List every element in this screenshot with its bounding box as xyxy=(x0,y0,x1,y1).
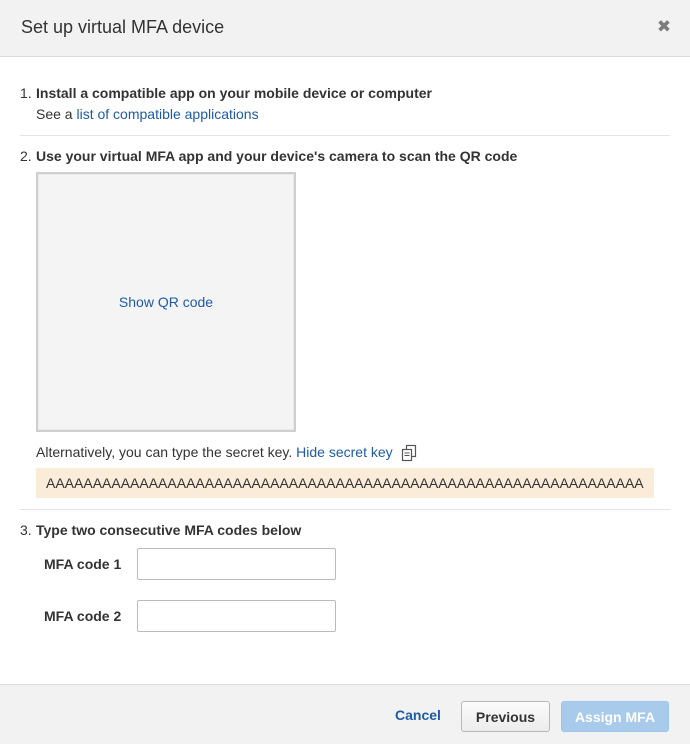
step-1-title: Install a compatible app on your mobile … xyxy=(36,85,432,101)
step-1-number: 1. xyxy=(20,85,32,101)
alt-secret-text: Alternatively, you can type the secret k… xyxy=(36,444,293,460)
qr-code-box: Show QR code xyxy=(36,172,296,432)
step-2-title: Use your virtual MFA app and your device… xyxy=(36,148,518,164)
divider xyxy=(20,135,670,136)
mfa-code-1-label: MFA code 1 xyxy=(44,556,122,572)
copy-icon[interactable] xyxy=(401,444,419,462)
divider xyxy=(20,509,670,510)
dialog-header: Set up virtual MFA device ✖ xyxy=(0,0,690,57)
show-qr-code-link[interactable]: Show QR code xyxy=(38,294,294,310)
close-icon[interactable]: ✖ xyxy=(655,18,673,36)
step-3-number: 3. xyxy=(20,522,32,538)
cancel-button[interactable]: Cancel xyxy=(395,707,441,723)
dialog-footer: Cancel Previous Assign MFA xyxy=(0,684,690,744)
mfa-code-1-input[interactable] xyxy=(137,548,336,580)
hide-secret-key-link[interactable]: Hide secret key xyxy=(296,444,392,460)
compatible-apps-link[interactable]: list of compatible applications xyxy=(76,106,258,122)
step-3-title: Type two consecutive MFA codes below xyxy=(36,522,302,538)
mfa-code-2-input[interactable] xyxy=(137,600,336,632)
secret-key-row: Alternatively, you can type the secret k… xyxy=(36,444,393,460)
mfa-code-2-label: MFA code 2 xyxy=(44,608,122,624)
dialog-title: Set up virtual MFA device xyxy=(21,17,225,37)
mfa-setup-dialog: Set up virtual MFA device ✖ 1. Install a… xyxy=(0,0,690,744)
step-2-number: 2. xyxy=(20,148,32,164)
secret-key-value: AAAAAAAAAAAAAAAAAAAAAAAAAAAAAAAAAAAAAAAA… xyxy=(36,468,654,498)
step-1-see-text: See a list of compatible applications xyxy=(36,106,259,122)
assign-mfa-button[interactable]: Assign MFA xyxy=(561,701,669,732)
see-prefix: See a xyxy=(36,106,77,122)
previous-button[interactable]: Previous xyxy=(461,701,550,732)
